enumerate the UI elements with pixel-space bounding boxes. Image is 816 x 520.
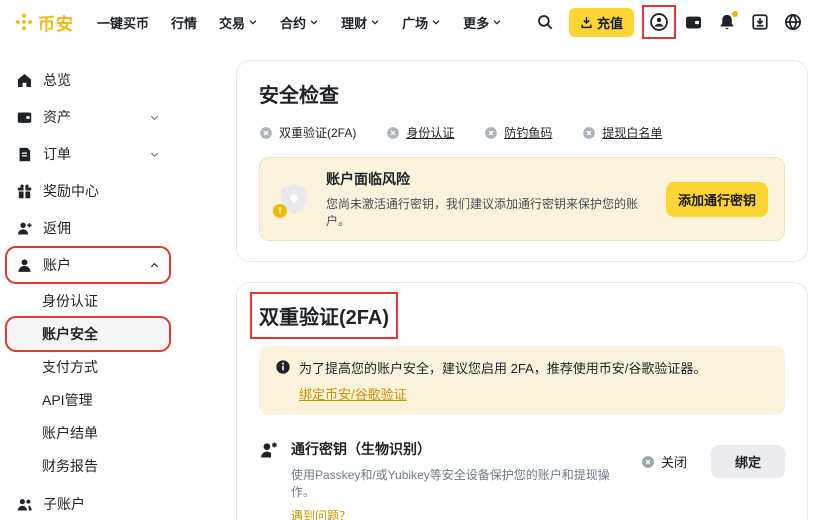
sidebar-item-account-statement[interactable]: 账户结单 — [8, 418, 168, 448]
chevron-down-icon — [370, 17, 380, 27]
status-off-icon — [259, 126, 273, 140]
passkey-icon — [259, 440, 279, 460]
security-check-card: 安全检查 双重验证(2FA) 身份认证 防钓鱼码 提现白名单 — [236, 60, 808, 262]
two-factor-notice-text: 为了提高您的账户安全，建议您启用 2FA，推荐使用币安/谷歌验证器。 — [299, 361, 706, 376]
passkey-title: 通行密钥（生物识别） — [291, 439, 631, 459]
sidebar-item-identity-verification[interactable]: 身份认证 — [8, 286, 168, 316]
assets-icon — [16, 109, 33, 126]
chevron-down-icon — [149, 112, 160, 123]
risk-warning-banner: ! 账户面临风险 您尚未激活通行密钥，我们建议添加通行密钥来保护您的账户。 添加… — [259, 157, 785, 241]
risk-warning-title: 账户面临风险 — [326, 169, 652, 189]
chevron-down-icon — [149, 149, 160, 160]
status-off-icon — [484, 126, 498, 140]
sidebar-item-orders[interactable]: 订单 — [8, 138, 168, 170]
two-factor-title: 双重验证(2FA) — [259, 301, 389, 330]
security-check-items: 双重验证(2FA) 身份认证 防钓鱼码 提现白名单 — [259, 124, 785, 141]
referral-icon — [16, 220, 33, 237]
nav-earn[interactable]: 理财 — [330, 13, 391, 32]
main-content: 安全检查 双重验证(2FA) 身份认证 防钓鱼码 提现白名单 — [232, 44, 816, 520]
check-item-withdrawal-whitelist[interactable]: 提现白名单 — [582, 124, 662, 141]
sidebar-item-referral[interactable]: 返佣 — [8, 212, 168, 244]
info-icon — [275, 359, 291, 375]
notification-dot — [732, 11, 738, 17]
account-icon — [16, 257, 33, 274]
profile-icon[interactable] — [649, 12, 669, 32]
check-item-identity[interactable]: 身份认证 — [386, 124, 454, 141]
nav-square[interactable]: 广场 — [391, 13, 452, 32]
orders-icon — [16, 146, 33, 163]
home-icon — [16, 72, 33, 89]
chevron-down-icon — [248, 17, 258, 27]
passkey-help-link[interactable]: 遇到问题？ — [291, 507, 351, 520]
top-navbar: 币安 一键买币 行情 交易 合约 理财 广场 更多 充值 — [0, 0, 816, 44]
chevron-down-icon — [309, 17, 319, 27]
search-icon[interactable] — [536, 13, 554, 31]
two-factor-card: 双重验证(2FA) 为了提高您的账户安全，建议您启用 2FA，推荐使用币安/谷歌… — [236, 282, 808, 520]
sidebar-item-sub-accounts[interactable]: 子账户 — [8, 488, 168, 520]
sidebar-item-rewards-hub[interactable]: 奖励中心 — [8, 175, 168, 207]
security-check-title: 安全检查 — [259, 79, 785, 108]
chevron-down-icon — [492, 17, 502, 27]
risk-warning-texts: 账户面临风险 您尚未激活通行密钥，我们建议添加通行密钥来保护您的账户。 — [326, 169, 652, 229]
nav-futures[interactable]: 合约 — [269, 13, 330, 32]
app-download-icon[interactable] — [751, 13, 769, 31]
chevron-up-icon — [149, 260, 160, 271]
globe-icon[interactable] — [784, 13, 802, 31]
nav-markets[interactable]: 行情 — [160, 13, 208, 32]
sidebar-item-account[interactable]: 账户 — [8, 249, 168, 281]
sidebar-item-overview[interactable]: 总览 — [8, 64, 168, 96]
sidebar-item-api-management[interactable]: API管理 — [8, 385, 168, 415]
passkey-status: 关闭 — [641, 452, 687, 471]
check-item-antiphishing[interactable]: 防钓鱼码 — [484, 124, 552, 141]
two-factor-notice: 为了提高您的账户安全，建议您启用 2FA，推荐使用币安/谷歌验证器。 绑定币安/… — [259, 346, 785, 415]
binance-logo[interactable]: 币安 — [14, 10, 74, 35]
sidebar-item-assets[interactable]: 资产 — [8, 101, 168, 133]
shield-icon: ! — [276, 181, 312, 217]
status-off-icon — [641, 455, 655, 469]
check-item-2fa[interactable]: 双重验证(2FA) — [259, 124, 356, 141]
passkey-row: 通行密钥（生物识别） 使用Passkey和/或Yubikey等安全设备保护您的账… — [259, 439, 785, 520]
sidebar-item-payment-methods[interactable]: 支付方式 — [8, 352, 168, 382]
status-off-icon — [386, 126, 400, 140]
deposit-button[interactable]: 充值 — [569, 8, 634, 37]
download-icon — [580, 16, 593, 29]
add-passkey-button[interactable]: 添加通行密钥 — [666, 182, 768, 217]
header-actions: 充值 — [536, 8, 802, 37]
passkey-bind-button[interactable]: 绑定 — [711, 445, 785, 478]
binance-diamond-icon — [14, 12, 34, 32]
passkey-texts: 通行密钥（生物识别） 使用Passkey和/或Yubikey等安全设备保护您的账… — [291, 439, 641, 520]
chevron-down-icon — [431, 17, 441, 27]
risk-warning-description: 您尚未激活通行密钥，我们建议添加通行密钥来保护您的账户。 — [326, 195, 652, 229]
passkey-description: 使用Passkey和/或Yubikey等安全设备保护您的账户和提现操作。 — [291, 467, 631, 501]
sidebar-item-financial-reports[interactable]: 财务报告 — [8, 451, 168, 481]
bind-authenticator-link[interactable]: 绑定币安/谷歌验证 — [299, 384, 407, 403]
rewards-icon — [16, 183, 33, 200]
nav-buy-crypto[interactable]: 一键买币 — [86, 13, 160, 32]
nav-trade[interactable]: 交易 — [208, 13, 269, 32]
sidebar-item-account-security[interactable]: 账户安全 — [8, 319, 168, 349]
main-nav: 一键买币 行情 交易 合约 理财 广场 更多 — [86, 13, 513, 32]
logo-text: 币安 — [38, 10, 74, 35]
sub-accounts-icon — [16, 496, 33, 513]
account-sidebar: 总览 资产 订单 奖励中心 返佣 账户 身份认证 账户安全 支付方式 API管理 — [8, 44, 232, 520]
wallet-icon[interactable] — [684, 13, 703, 32]
status-off-icon — [582, 126, 596, 140]
nav-more[interactable]: 更多 — [452, 13, 513, 32]
warning-exclamation-icon: ! — [273, 204, 287, 218]
notification-bell-icon[interactable] — [718, 13, 736, 31]
